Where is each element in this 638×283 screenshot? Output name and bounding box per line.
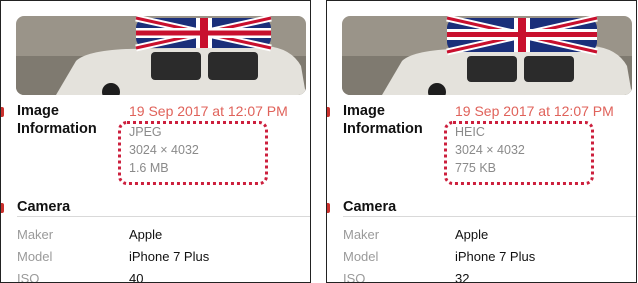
capture-timestamp: 19 Sep 2017 at 12:07 PM <box>455 103 614 119</box>
model-value: iPhone 7 Plus <box>455 249 536 264</box>
camera-section-title: Camera <box>17 199 71 215</box>
image-information-title-line2: Information <box>343 121 423 137</box>
highlight-annotation <box>444 121 594 185</box>
highlight-annotation <box>118 121 268 185</box>
camera-section-title: Camera <box>343 199 397 215</box>
photo-thumbnail[interactable] <box>16 16 306 95</box>
maker-value: Apple <box>455 227 489 242</box>
section-marker <box>327 107 330 117</box>
divider <box>343 216 636 217</box>
model-label: Model <box>17 249 53 264</box>
maker-label: Maker <box>17 227 54 242</box>
photo-info-panel-heic: Image Information 19 Sep 2017 at 12:07 P… <box>326 0 637 283</box>
photo-thumbnail[interactable] <box>342 16 632 95</box>
maker-value: Apple <box>129 227 163 242</box>
image-information-title-line2: Information <box>17 121 97 137</box>
capture-timestamp: 19 Sep 2017 at 12:07 PM <box>129 103 288 119</box>
photo-info-panel-jpeg: Image Information 19 Sep 2017 at 12:07 P… <box>0 0 311 283</box>
section-marker <box>1 203 4 213</box>
maker-label: Maker <box>343 227 380 242</box>
image-information-title-line1: Image <box>17 103 59 119</box>
iso-label: ISO <box>343 271 366 283</box>
image-information-title-line1: Image <box>343 103 385 119</box>
iso-label: ISO <box>17 271 40 283</box>
model-value: iPhone 7 Plus <box>129 249 210 264</box>
divider <box>17 216 310 217</box>
section-marker <box>1 107 4 117</box>
model-label: Model <box>343 249 379 264</box>
iso-value: 32 <box>455 271 470 283</box>
section-marker <box>327 203 330 213</box>
iso-value: 40 <box>129 271 144 283</box>
